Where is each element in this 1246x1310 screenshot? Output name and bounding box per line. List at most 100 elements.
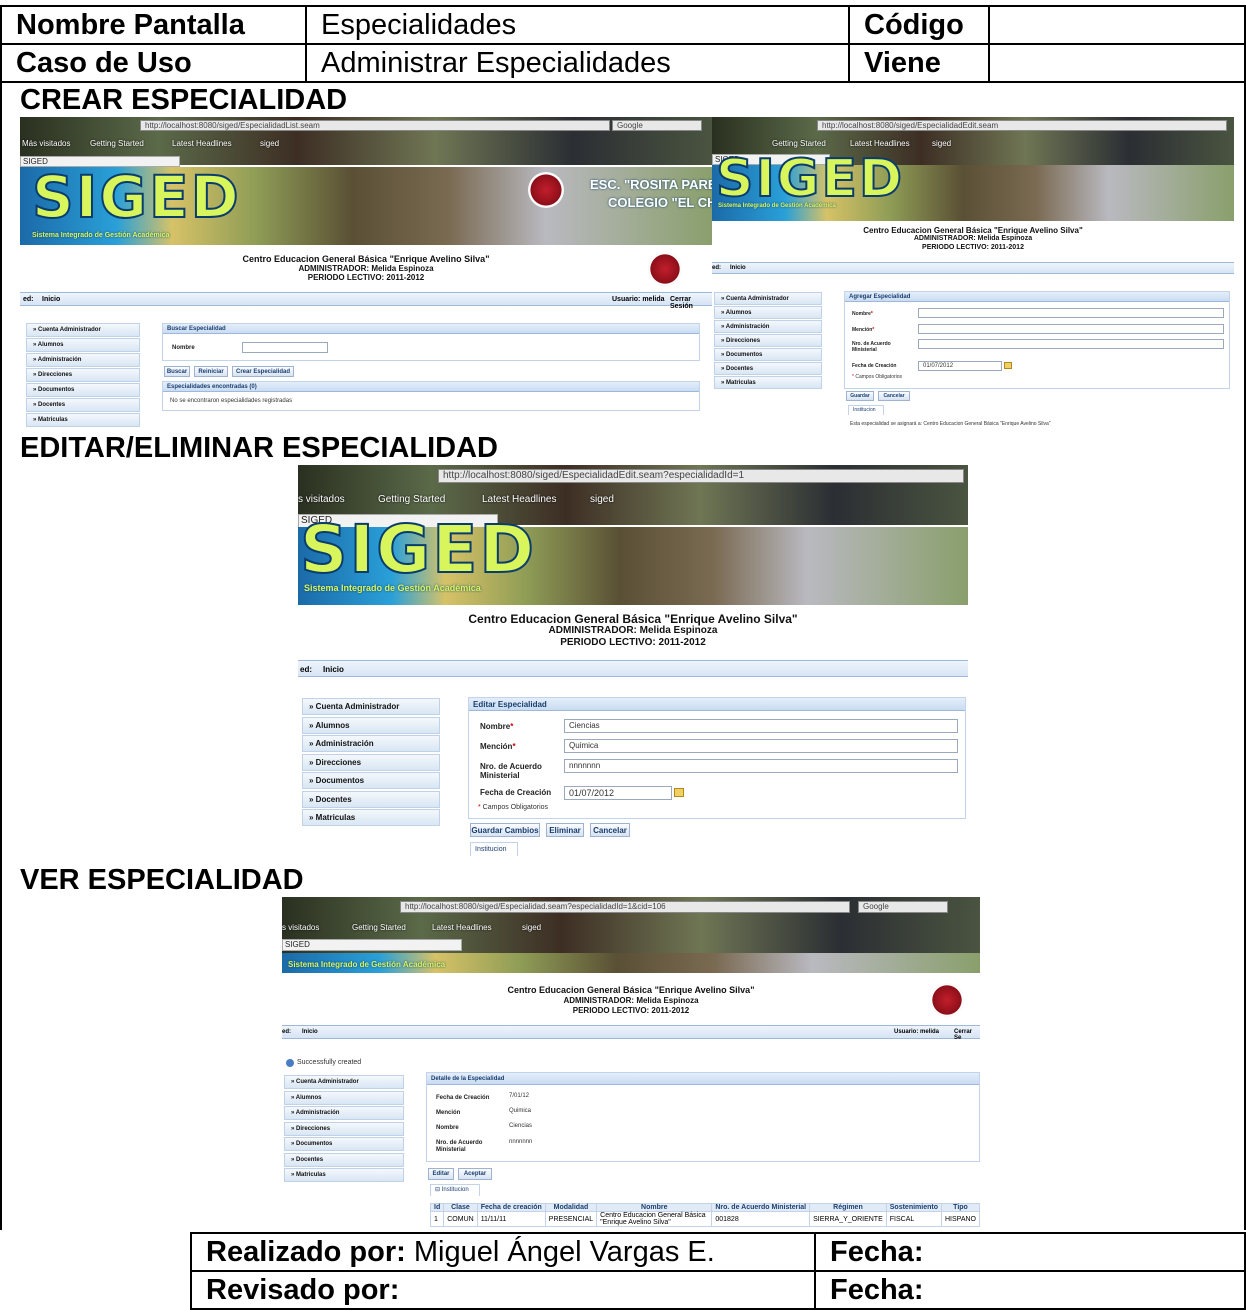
- menu-item-direcciones[interactable]: » Direcciones: [302, 753, 440, 771]
- tab-institucion[interactable]: ⊟ Institucion: [430, 1184, 480, 1196]
- bookmark-latest-headlines[interactable]: Latest Headlines: [482, 494, 557, 505]
- reiniciar-button[interactable]: Reiniciar: [194, 366, 228, 377]
- eliminar-button[interactable]: Eliminar: [546, 823, 584, 837]
- acuerdo-input[interactable]: nnnnnnn: [564, 759, 958, 773]
- menu-item-docentes[interactable]: » Docentes: [26, 398, 140, 412]
- url-bar[interactable]: http://localhost:8080/siged/Especialidad…: [817, 120, 1227, 131]
- periodo-lectivo: PERIODO LECTIVO: 2011-2012: [307, 273, 425, 282]
- menu-item-alumnos[interactable]: » Alumnos: [284, 1090, 404, 1105]
- nombre-label: Nombre*: [480, 722, 514, 731]
- menu-item-cuenta[interactable]: » Cuenta Administrador: [26, 323, 140, 337]
- nombre-input[interactable]: [918, 308, 1224, 318]
- fecha-input[interactable]: 01/07/2012: [564, 786, 672, 800]
- search-box[interactable]: Google: [612, 120, 702, 131]
- bookmark-getting-started[interactable]: Getting Started: [772, 139, 826, 148]
- bookmark-latest-headlines[interactable]: Latest Headlines: [432, 923, 492, 932]
- breadcrumb-prefix: ed:: [300, 665, 312, 674]
- menu-item-docentes[interactable]: » Docentes: [284, 1152, 404, 1167]
- buscar-button[interactable]: Buscar: [164, 366, 190, 377]
- campos-obligatorios: * Campos Obligatorios: [478, 804, 549, 811]
- bookmark-siged[interactable]: siged: [932, 139, 951, 148]
- menu-item-matriculas[interactable]: » Matriculas: [26, 413, 140, 427]
- cerrar-sesion-link[interactable]: Cerrar Sesión: [670, 296, 712, 310]
- breadcrumb-inicio[interactable]: Inicio: [42, 296, 60, 303]
- periodo-lectivo: PERIODO LECTIVO: 2011-2012: [572, 1006, 690, 1015]
- bookmark-getting-started[interactable]: Getting Started: [378, 494, 445, 505]
- codigo-value: [988, 5, 1246, 45]
- mencion-input[interactable]: [918, 324, 1224, 334]
- menu-item-matriculas[interactable]: » Matriculas: [302, 809, 440, 826]
- periodo-lectivo: PERIODO LECTIVO: 2011-2012: [922, 244, 1024, 251]
- menu-item-cuenta[interactable]: » Cuenta Administrador: [714, 292, 822, 305]
- tab-institucion[interactable]: Institucion: [848, 405, 884, 415]
- menu-item-matriculas[interactable]: » Matriculas: [714, 376, 822, 389]
- mencion-label: Mención: [436, 1110, 461, 1116]
- menu-item-administracion[interactable]: » Administración: [302, 735, 440, 752]
- url-bar[interactable]: http://localhost:8080/siged/Especialidad…: [438, 469, 964, 483]
- nombre-pantalla-label: Nombre Pantalla: [0, 5, 307, 45]
- bookmark-siged[interactable]: siged: [260, 139, 279, 148]
- bookmark-mas-visitados[interactable]: s visitados: [298, 494, 345, 505]
- breadcrumb-inicio[interactable]: Inicio: [730, 265, 746, 271]
- breadcrumb-inicio[interactable]: Inicio: [302, 1029, 318, 1035]
- aceptar-button[interactable]: Aceptar: [458, 1168, 492, 1180]
- menu-item-direcciones[interactable]: » Direcciones: [714, 334, 822, 347]
- acuerdo-input[interactable]: [918, 339, 1224, 349]
- bookmark-siged[interactable]: siged: [522, 923, 541, 932]
- menu-item-administracion[interactable]: » Administración: [284, 1106, 404, 1120]
- bookmark-latest-headlines[interactable]: Latest Headlines: [172, 139, 232, 148]
- bookmark-getting-started[interactable]: Getting Started: [352, 923, 406, 932]
- menu-item-alumnos[interactable]: » Alumnos: [26, 338, 140, 352]
- menu-item-administracion[interactable]: » Administración: [26, 353, 140, 367]
- asignara-message: Esta especialidad se asignará a: Centro …: [850, 421, 1051, 427]
- menu-item-documentos[interactable]: » Documentos: [26, 383, 140, 397]
- tab-institucion[interactable]: Institucion: [470, 842, 518, 856]
- bookmark-siged[interactable]: siged: [590, 494, 614, 505]
- url-bar[interactable]: http://localhost:8080/siged/Especialidad…: [400, 901, 850, 913]
- breadcrumb-prefix: ed:: [282, 1029, 291, 1035]
- bookmark-mas-visitados[interactable]: s visitados: [282, 923, 319, 932]
- editar-button[interactable]: Editar: [428, 1168, 454, 1180]
- side-menu: » Cuenta Administrador » Alumnos » Admin…: [26, 323, 140, 428]
- nombre-pantalla-value: Especialidades: [305, 5, 850, 45]
- menu-item-cuenta[interactable]: » Cuenta Administrador: [302, 698, 440, 715]
- crear-especialidad-button[interactable]: Crear Especialidad: [232, 366, 294, 377]
- revisado-cell: Revisado por:: [190, 1270, 816, 1310]
- calendar-icon[interactable]: [674, 788, 684, 797]
- table-row[interactable]: 1 COMUN 11/11/11 PRESENCIAL Centro Educa…: [429, 1211, 980, 1227]
- browser-tab[interactable]: SIGED: [282, 939, 462, 951]
- cancelar-button[interactable]: Cancelar: [590, 823, 630, 837]
- menu-item-matriculas[interactable]: » Matriculas: [284, 1168, 404, 1182]
- cerrar-sesion-link[interactable]: Cerrar Se: [954, 1029, 980, 1041]
- menu-item-alumnos[interactable]: » Alumnos: [302, 716, 440, 734]
- fecha-input[interactable]: 01/07/2012: [918, 361, 1002, 371]
- menu-item-documentos[interactable]: » Documentos: [302, 772, 440, 789]
- agregar-panel-title: Agregar Especialidad: [845, 292, 1229, 302]
- bookmark-latest-headlines[interactable]: Latest Headlines: [850, 139, 910, 148]
- menu-item-cuenta[interactable]: » Cuenta Administrador: [284, 1075, 404, 1089]
- nombre-input[interactable]: Ciencias: [564, 719, 958, 733]
- breadcrumb-bar: ed: Inicio Usuario: melida Cerrar Se: [282, 1025, 980, 1041]
- editar-panel-title: Editar Especialidad: [469, 698, 965, 711]
- periodo-lectivo: PERIODO LECTIVO: 2011-2012: [560, 637, 706, 648]
- menu-item-direcciones[interactable]: » Direcciones: [284, 1121, 404, 1136]
- cancelar-button[interactable]: Cancelar: [878, 391, 910, 401]
- nombre-search-input[interactable]: [242, 342, 328, 353]
- menu-item-direcciones[interactable]: » Direcciones: [26, 368, 140, 382]
- breadcrumb-inicio[interactable]: Inicio: [323, 665, 344, 674]
- mencion-input[interactable]: Quimica: [564, 739, 958, 753]
- bookmark-mas-visitados[interactable]: Más visitados: [22, 139, 70, 148]
- guardar-cambios-button[interactable]: Guardar Cambios: [470, 823, 540, 837]
- menu-item-administracion[interactable]: » Administración: [714, 320, 822, 333]
- realizado-cell: Realizado por: Miguel Ángel Vargas E.: [190, 1232, 816, 1272]
- search-box[interactable]: Google: [858, 901, 948, 913]
- menu-item-docentes[interactable]: » Docentes: [714, 362, 822, 375]
- bookmark-getting-started[interactable]: Getting Started: [90, 139, 144, 148]
- url-bar[interactable]: http://localhost:8080/siged/Especialidad…: [140, 120, 610, 131]
- menu-item-documentos[interactable]: » Documentos: [284, 1137, 404, 1151]
- guardar-button[interactable]: Guardar: [846, 391, 874, 401]
- menu-item-alumnos[interactable]: » Alumnos: [714, 306, 822, 319]
- menu-item-docentes[interactable]: » Docentes: [302, 790, 440, 808]
- calendar-icon[interactable]: [1004, 362, 1012, 369]
- menu-item-documentos[interactable]: » Documentos: [714, 348, 822, 361]
